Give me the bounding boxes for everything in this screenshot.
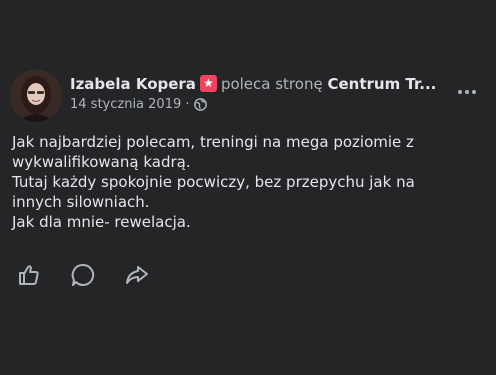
post-body-line: Jak najbardziej polecam, treningi na meg…: [12, 133, 414, 151]
comment-icon[interactable]: [70, 262, 96, 288]
post-body-line: Jak dla mnie- rewelacja.: [12, 213, 191, 231]
share-icon[interactable]: [124, 262, 150, 288]
recommend-star-icon: ★: [199, 75, 217, 92]
page-name-link[interactable]: Centrum Tr...: [327, 75, 436, 93]
post-meta: 14 stycznia 2019 ·: [70, 97, 446, 112]
globe-icon: [193, 98, 207, 111]
author-name[interactable]: Izabela Kopera: [70, 75, 196, 93]
post-body: Jak najbardziej polecam, treningi na meg…: [12, 132, 482, 232]
avatar[interactable]: [10, 70, 62, 122]
post-date[interactable]: 14 stycznia 2019 ·: [70, 97, 190, 112]
post-header: Izabela Kopera ★ poleca stronę Centrum Tr.…: [70, 74, 446, 112]
post-body-line: innych silowniach.: [12, 193, 150, 211]
recommends-text: poleca stronę: [220, 75, 323, 93]
more-options-icon[interactable]: [456, 86, 478, 98]
thumbs-up-icon[interactable]: [16, 262, 42, 288]
post-body-line: Tutaj każdy spokojnie pocwiczy, bez prze…: [12, 173, 415, 191]
avatar-image: [10, 70, 62, 122]
post-title-line: Izabela Kopera ★ poleca stronę Centrum Tr.…: [70, 74, 440, 94]
post-body-line: wykwalifikowaną kadrą.: [12, 153, 191, 171]
post-actions: [16, 262, 150, 288]
